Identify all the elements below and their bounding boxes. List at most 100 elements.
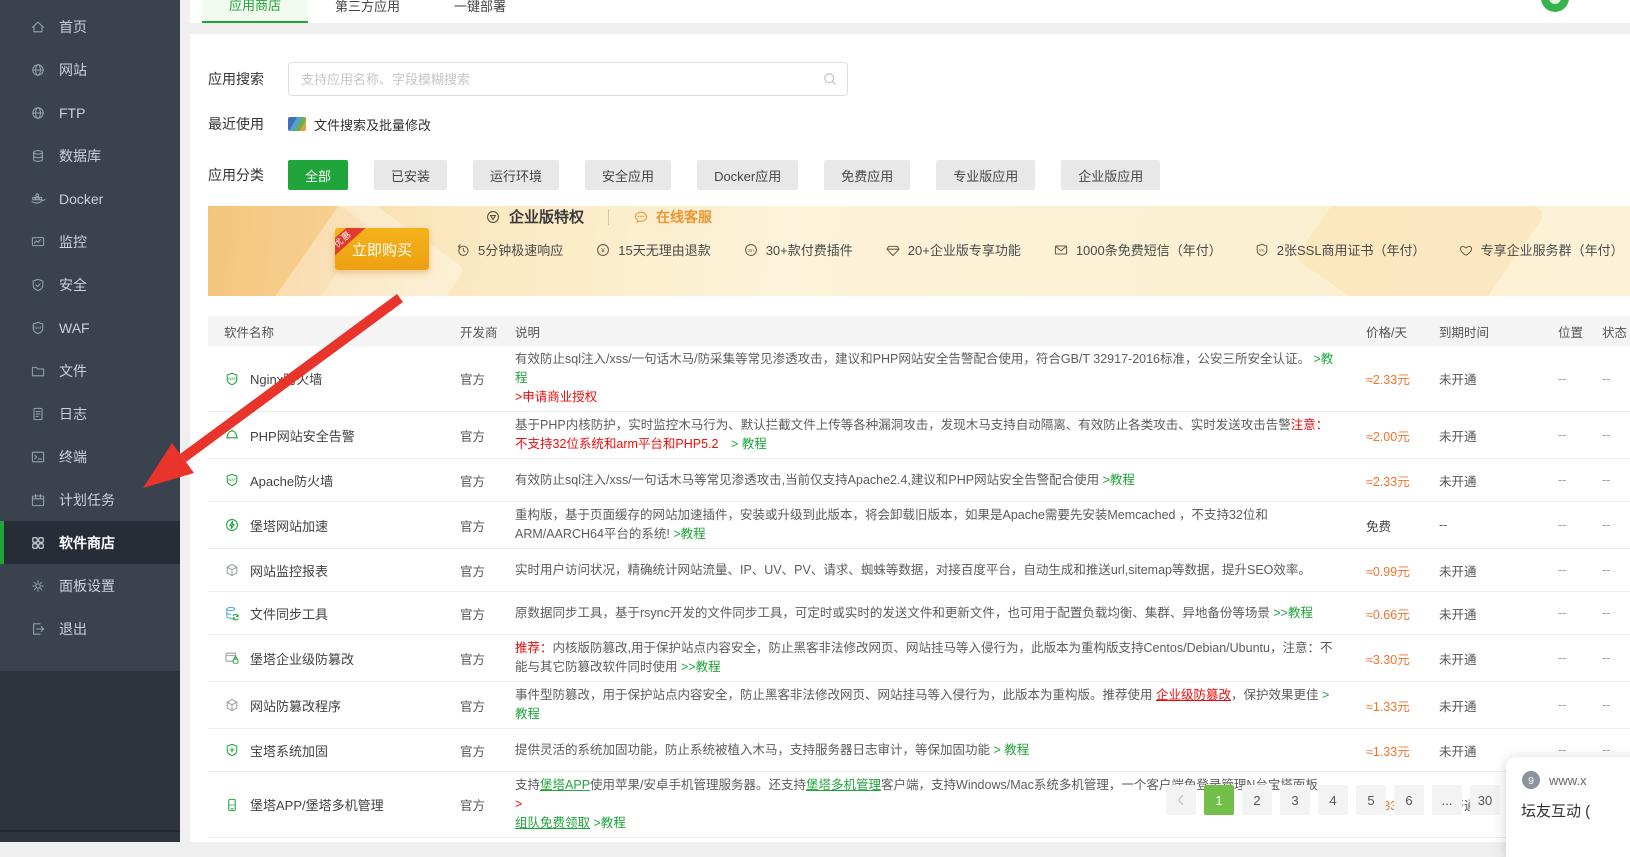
app-location: -- <box>1542 698 1586 712</box>
page-button-2[interactable]: 2 <box>1242 785 1272 815</box>
desc-link[interactable]: 堡塔APP <box>540 778 590 792</box>
perk-item: 专享企业服务群（年付） <box>1458 240 1624 259</box>
page-button-30[interactable]: 30 <box>1470 785 1500 815</box>
search-box <box>288 62 848 96</box>
app-name[interactable]: 堡塔网站加速 <box>208 516 460 535</box>
search-row: 应用搜索 <box>208 34 1630 96</box>
sidebar-item-settings[interactable]: 面板设置 <box>0 564 180 607</box>
notification-popup[interactable]: 9 www.x 坛友互动 ( <box>1506 757 1630 857</box>
recent-app-item[interactable]: 文件搜索及批量修改 <box>288 115 431 134</box>
category-buttons: 全部已安装运行环境安全应用 Docker应用免费应用专业版应用企业版应用 <box>288 160 1160 190</box>
sidebar-item-files[interactable]: 文件 <box>0 349 180 392</box>
app-name-label: 堡塔企业级防篡改 <box>250 649 354 668</box>
svg-text:WAF: WAF <box>228 377 237 381</box>
desc-link[interactable]: 组队免费领取 <box>515 816 590 830</box>
sidebar-item-monitor[interactable]: 监控 <box>0 220 180 263</box>
app-name[interactable]: 堡塔企业级防篡改 <box>208 649 460 668</box>
category-button-5[interactable]: 免费应用 <box>824 160 910 190</box>
app-name[interactable]: 网站防篡改程序 <box>208 696 460 715</box>
app-name[interactable]: 网站监控报表 <box>208 561 460 580</box>
sidebar-item-terminal[interactable]: 终端 <box>0 435 180 478</box>
sidebar-item-docker[interactable]: Docker <box>0 177 180 220</box>
sidebar-item-waf[interactable]: WAFWAF <box>0 306 180 349</box>
app-name[interactable]: WAFNginx防火墙 <box>208 369 460 388</box>
app-location: -- <box>1542 473 1586 487</box>
sidebar-item-cron[interactable]: 计划任务 <box>0 478 180 521</box>
category-button-4[interactable]: Docker应用 <box>697 160 798 190</box>
sidebar-item-label: 计划任务 <box>59 490 115 510</box>
page-button-5[interactable]: 5 <box>1356 785 1386 815</box>
sidebar-item-store[interactable]: 软件商店 <box>0 521 180 564</box>
search-input[interactable] <box>288 62 848 96</box>
enterprise-privilege-title: 企业版特权 <box>485 206 584 227</box>
app-description: 有效防止sql注入/xss/一句话木马/防采集等常见渗透攻击，建议和PHP网站安… <box>515 346 1350 411</box>
desc-link[interactable]: >申请商业授权 <box>515 390 597 404</box>
desc-link[interactable]: > 教程 <box>993 743 1029 757</box>
desc-link[interactable]: >教程 <box>594 816 626 830</box>
app-description: 提供灵活的系统加固功能，防止系统被植入木马，支持服务器日志审计，等保加固功能 >… <box>515 737 1350 764</box>
perk-label: 1000条免费短信（年付） <box>1076 240 1222 259</box>
app-price: ≈0.66元 <box>1350 604 1423 623</box>
online-support-link[interactable]: 在线客服 <box>633 207 712 227</box>
desc-link[interactable]: >>教程 <box>681 660 721 674</box>
category-button-0[interactable]: 全部 <box>288 160 348 190</box>
category-button-1[interactable]: 已安装 <box>374 160 447 190</box>
desc-text: 提供灵活的系统加固功能，防止系统被植入木马，支持服务器日志审计，等保加固功能 <box>515 743 993 757</box>
tab-third-party[interactable]: 第三方应用 <box>308 0 427 23</box>
sidebar-item-home[interactable]: 首页 <box>0 5 180 48</box>
page-button-1[interactable]: 1 <box>1204 785 1234 815</box>
desc-text: 有效防止sql注入/xss/一句话木马/防采集等常见渗透攻击，建议和PHP网站安… <box>515 352 1313 366</box>
category-button-3[interactable]: 安全应用 <box>585 160 671 190</box>
monitor-icon <box>29 234 46 250</box>
page-button-6[interactable]: 6 <box>1394 785 1424 815</box>
popup-header: 9 www.x <box>1521 770 1630 790</box>
sidebar-item-logs[interactable]: 日志 <box>0 392 180 435</box>
software-store-panel: 应用搜索 最近使用 文件搜索及批量修改 应用分类 全部已安装运行环境安全应用Do… <box>190 34 1630 842</box>
app-vendor: 官方 <box>460 471 515 490</box>
search-icon[interactable] <box>822 71 838 92</box>
search-label: 应用搜索 <box>208 69 288 89</box>
desc-link[interactable]: >教程 <box>1103 473 1135 487</box>
page-button-4[interactable]: 4 <box>1318 785 1348 815</box>
category-button-7[interactable]: 企业版应用 <box>1061 160 1160 190</box>
sidebar-item-security[interactable]: 安全 <box>0 263 180 306</box>
desc-link[interactable]: 企业级防篡改 <box>1156 688 1231 702</box>
clock-bolt-icon <box>455 242 471 258</box>
main-area: 应用商店第三方应用一键部署 应用搜索 最近使用 文件搜索及批量修改 应用分类 <box>180 0 1630 842</box>
app-name[interactable]: 宝塔系统加固 <box>208 741 460 760</box>
category-button-2[interactable]: 运行环境 <box>473 160 559 190</box>
desc-text <box>719 437 732 451</box>
app-name[interactable]: 文件同步工具 <box>208 604 460 623</box>
sidebar-item-logout[interactable]: 退出 <box>0 607 180 650</box>
app-name[interactable]: PHP网站安全告警 <box>208 426 460 445</box>
ftp-icon <box>29 105 46 121</box>
tamper-lock-icon <box>224 650 240 666</box>
category-button-6[interactable]: 专业版应用 <box>936 160 1035 190</box>
recent-row: 最近使用 文件搜索及批量修改 <box>208 114 1630 134</box>
perk-label: 专享企业服务群（年付） <box>1481 240 1624 259</box>
docker-icon <box>29 191 46 207</box>
page-button-3[interactable]: 3 <box>1280 785 1310 815</box>
sidebar-item-site[interactable]: 网站 <box>0 48 180 91</box>
buy-now-button[interactable]: 优惠 立即购买 <box>335 228 429 270</box>
sidebar-item-label: 安全 <box>59 275 87 295</box>
sidebar-item-database[interactable]: 数据库 <box>0 134 180 177</box>
desc-link[interactable]: 堡塔多机管理 <box>806 778 881 792</box>
folder-icon <box>29 363 46 379</box>
tab-app-store[interactable]: 应用商店 <box>202 0 308 23</box>
sidebar-item-ftp[interactable]: FTP <box>0 91 180 134</box>
php-alarm-icon <box>224 427 240 443</box>
app-name[interactable]: APP堡塔APP/堡塔多机管理 <box>208 795 460 814</box>
app-name[interactable]: WAFApache防火墙 <box>208 471 460 490</box>
desc-link[interactable]: 推荐： <box>515 641 553 655</box>
sidebar: 首页网站FTP数据库Docker监控安全 WAFWAF文件日志终端计划任务软件商店… <box>0 0 180 842</box>
app-icon: APP <box>224 797 240 813</box>
desc-link[interactable]: > 教程 <box>731 437 767 451</box>
page-prev-button[interactable] <box>1166 785 1196 815</box>
store-grid-icon <box>29 535 46 551</box>
tab-one-click[interactable]: 一键部署 <box>427 0 533 23</box>
desc-link[interactable]: >教程 <box>673 527 705 541</box>
desc-link[interactable]: >>教程 <box>1273 606 1313 620</box>
desc-link[interactable]: > <box>515 797 522 811</box>
banner-separator <box>608 209 609 225</box>
